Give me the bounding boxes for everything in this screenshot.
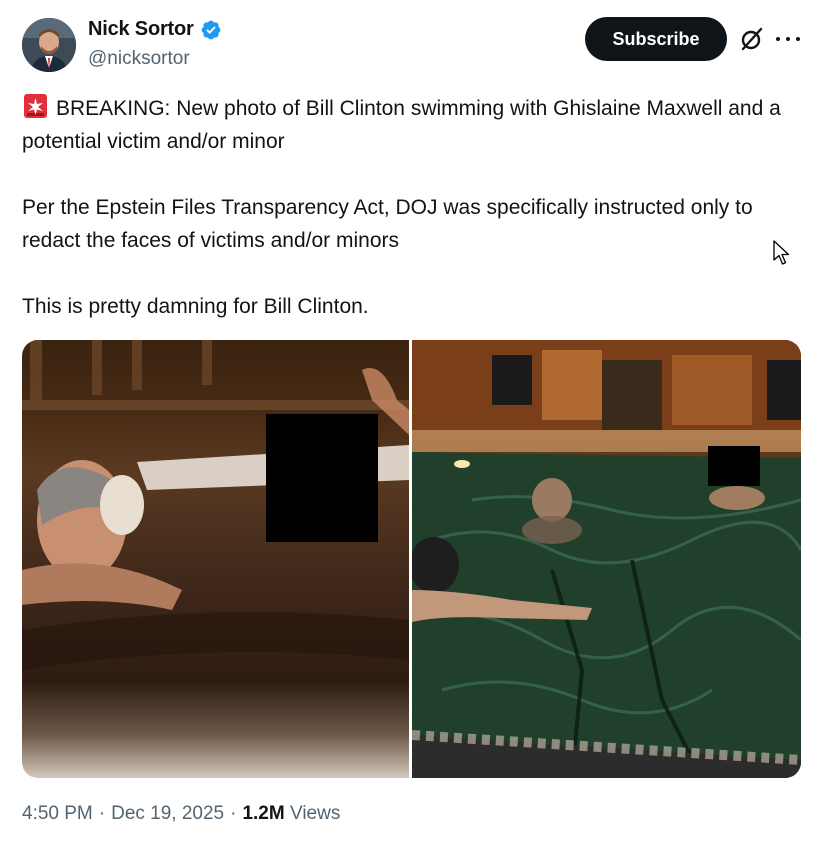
verified-badge-icon xyxy=(201,20,221,39)
tweet-date[interactable]: Dec 19, 2025 xyxy=(111,803,224,825)
grok-icon[interactable] xyxy=(739,26,765,52)
photo-hot-tub-redacted[interactable] xyxy=(22,340,409,778)
tweet-time[interactable]: 4:50 PM xyxy=(22,803,93,825)
photo-pool-redacted[interactable] xyxy=(412,340,801,778)
meta-separator: · xyxy=(230,803,237,824)
pool-scene xyxy=(412,340,801,778)
tweet-text: BREAKING: New photo of Bill Clinton swim… xyxy=(22,97,781,318)
more-options-icon[interactable] xyxy=(776,28,800,50)
avatar-image xyxy=(22,18,76,72)
media-grid xyxy=(22,340,801,778)
avatar[interactable] xyxy=(22,18,76,72)
tweet-text-block: BREAKING: New photo of Bill Clinton swim… xyxy=(22,92,792,323)
author-display-name[interactable]: Nick Sortor xyxy=(88,18,194,41)
subscribe-button[interactable]: Subscribe xyxy=(585,17,727,61)
views-count: 1.2M xyxy=(242,803,285,824)
rotating-light-siren-icon xyxy=(24,94,47,118)
tweet-meta: 4:50 PM · Dec 19, 2025 · 1.2M Views xyxy=(22,803,340,825)
author-handle[interactable]: @nicksortor xyxy=(88,48,190,70)
mouse-cursor-icon xyxy=(773,240,790,265)
meta-separator: · xyxy=(98,803,106,824)
views-label: Views xyxy=(289,803,341,824)
hot-tub-scene xyxy=(22,340,409,670)
